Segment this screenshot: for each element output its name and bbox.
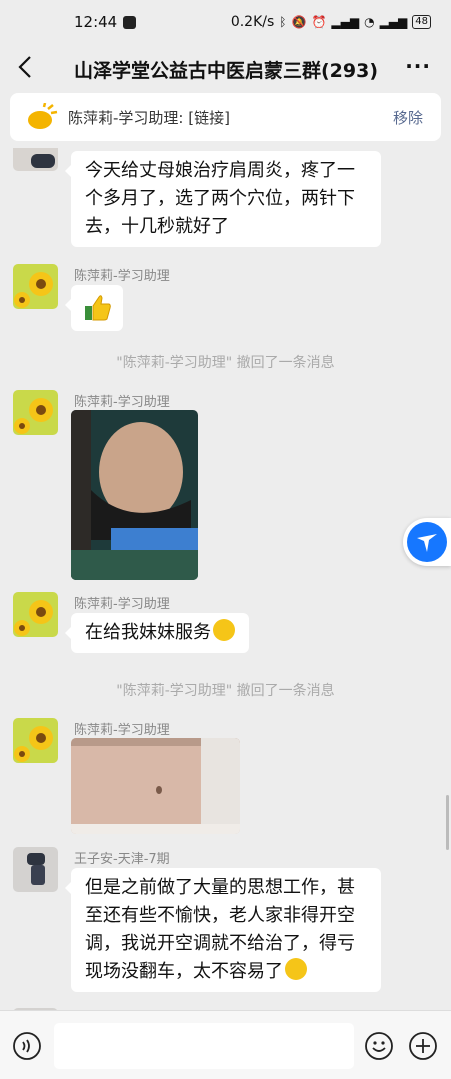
sender-name: 陈萍莉-学习助理 <box>74 723 170 738</box>
laughing-emoji-icon <box>285 958 307 980</box>
mute-icon: 🔕 <box>291 15 307 29</box>
battery-icon: 48 <box>412 15 431 29</box>
app-notification-icon <box>123 15 137 29</box>
wifi-icon: ◔ <box>364 15 375 29</box>
signal-icon: ▂▄▆ <box>331 15 360 29</box>
avatar-sunflower[interactable] <box>13 264 58 309</box>
back-arrow-icon[interactable] <box>14 52 38 82</box>
message-input-bar <box>0 1010 451 1079</box>
status-time: 12:44 <box>74 13 118 31</box>
scrollbar[interactable] <box>446 795 449 850</box>
photo-message[interactable] <box>71 738 240 834</box>
message-text: 今天给丈母娘治疗肩周炎，疼了一 <box>85 160 355 181</box>
pinned-message-bar[interactable]: 陈萍莉-学习助理: [链接] 移除 <box>10 93 441 141</box>
message-text: 调，我说开空调就不给治了，得亏 <box>85 933 355 954</box>
chat-message-list[interactable]: 今天给丈母娘治疗肩周炎，疼了一 个多月了，选了两个穴位，两针下 去，十几秒就好了… <box>0 148 451 1010</box>
plus-icon[interactable] <box>408 1031 438 1061</box>
photo-message[interactable] <box>71 410 198 580</box>
recall-notice: "陈萍莉-学习助理" 撤回了一条消息 <box>116 683 335 699</box>
message-text: 但是之前做了大量的思想工作，甚 <box>85 877 355 898</box>
alarm-icon: ⏰ <box>311 15 327 29</box>
emoji-icon[interactable] <box>364 1031 394 1061</box>
title-bar: 山泽学堂公益古中医启蒙三群(293) ··· <box>0 44 451 90</box>
signal-2-icon: ▂▄▆ <box>379 15 408 29</box>
thumbs-up-emoji-icon <box>85 295 111 321</box>
sender-name: 陈萍莉-学习助理 <box>74 597 170 612</box>
recall-notice: "陈萍莉-学习助理" 撤回了一条消息 <box>116 355 335 371</box>
more-options-button[interactable]: ··· <box>405 54 431 78</box>
message-text: 现场没翻车，太不容易了 <box>85 961 283 982</box>
announcement-icon <box>28 103 58 129</box>
avatar-sunflower[interactable] <box>13 592 58 637</box>
status-bar: 12:44 0.2K/s ᛒ 🔕 ⏰ ▂▄▆ ◔ ▂▄▆ 48 <box>0 0 451 44</box>
message-bubble[interactable]: 但是之前做了大量的思想工作，甚 至还有些不愉快，老人家非得开空 调，我说开空调就… <box>65 868 381 992</box>
pinned-message-text: 陈萍莉-学习助理: [链接] <box>68 109 230 127</box>
chat-title: 山泽学堂公益古中医启蒙三群(293) <box>74 60 379 82</box>
laughing-emoji-icon <box>213 619 235 641</box>
assistant-icon <box>407 522 447 562</box>
avatar-sunflower[interactable] <box>13 718 58 763</box>
message-bubble[interactable]: 今天给丈母娘治疗肩周炎，疼了一 个多月了，选了两个穴位，两针下 去，十几秒就好了 <box>65 151 381 247</box>
floating-assistant-button[interactable] <box>403 518 451 566</box>
sender-name: 王子安-天津-7期 <box>74 852 170 867</box>
message-text: 去，十几秒就好了 <box>85 216 229 237</box>
avatar[interactable] <box>13 148 58 171</box>
bluetooth-icon: ᛒ <box>279 15 287 29</box>
avatar[interactable] <box>13 847 58 892</box>
network-speed: 0.2K/s <box>230 14 275 30</box>
sender-name: 陈萍莉-学习助理 <box>74 269 170 284</box>
message-bubble[interactable] <box>65 285 123 331</box>
message-text: 至还有些不愉快，老人家非得开空 <box>85 905 355 926</box>
message-text: 在给我妹妹服务 <box>85 622 211 643</box>
remove-pin-button[interactable]: 移除 <box>393 107 423 128</box>
voice-icon[interactable] <box>12 1031 42 1061</box>
message-text: 个多月了，选了两个穴位，两针下 <box>85 188 355 209</box>
sender-name: 陈萍莉-学习助理 <box>74 395 170 410</box>
message-bubble[interactable]: 在给我妹妹服务 <box>65 613 249 653</box>
message-input[interactable] <box>54 1023 354 1069</box>
avatar-sunflower[interactable] <box>13 390 58 435</box>
